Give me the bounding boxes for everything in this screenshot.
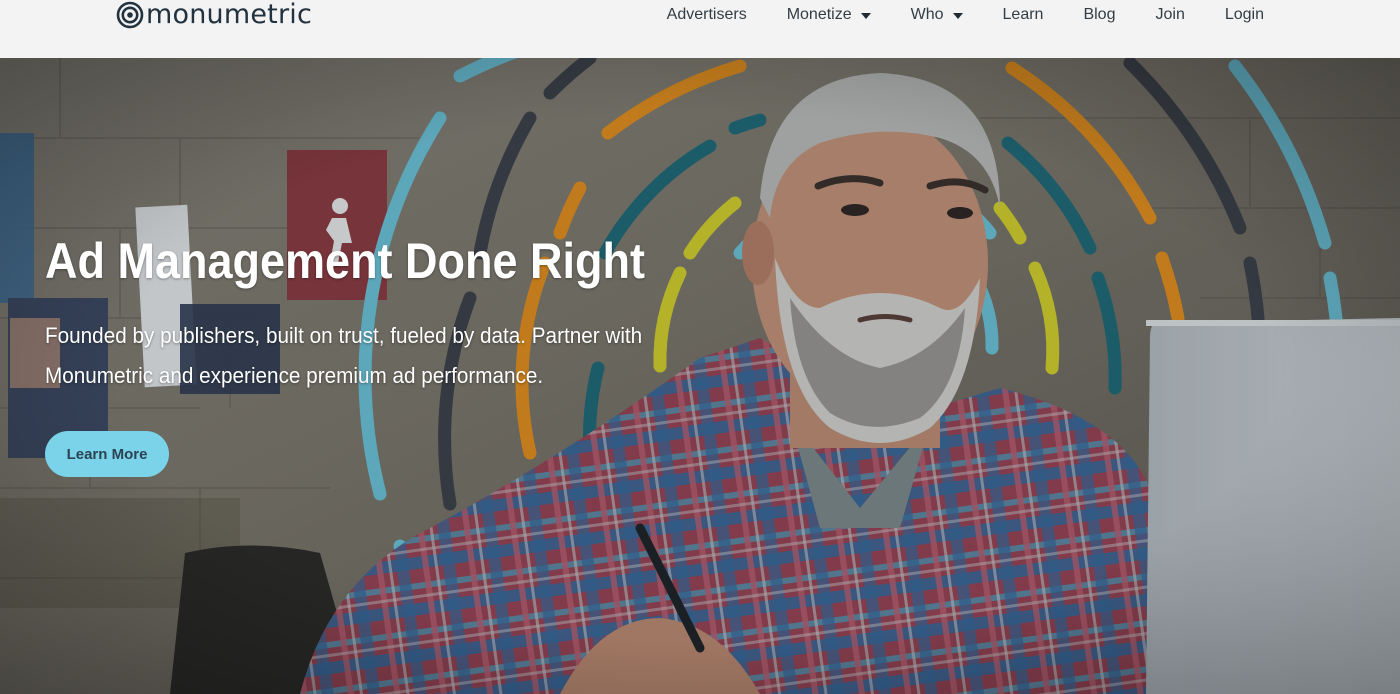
nav-item-learn[interactable]: Learn (1003, 6, 1044, 24)
nav-label: Login (1224, 6, 1264, 23)
site-header: monumetric Advertisers Monetize Who Lear… (0, 0, 1400, 58)
hero-subtitle-line-2: Monumetric and experience premium ad per… (45, 363, 544, 388)
hero-subtitle: Founded by publishers, built on trust, f… (45, 316, 707, 396)
nav-item-blog[interactable]: Blog (1083, 6, 1115, 24)
nav-label: Blog (1083, 6, 1116, 23)
hero-title: Ad Management Done Right (45, 233, 646, 289)
nav-label: Who (910, 6, 944, 23)
caret-down-icon (860, 12, 871, 19)
nav-label: Advertisers (666, 6, 747, 23)
logo[interactable]: monumetric (116, 0, 312, 30)
main-nav: Advertisers Monetize Who Learn Blog Join… (667, 4, 1264, 26)
nav-item-join[interactable]: Join (1155, 6, 1184, 24)
nav-item-monetize[interactable]: Monetize (787, 6, 871, 24)
nav-item-advertisers[interactable]: Advertisers (667, 6, 747, 24)
page: monumetric Advertisers Monetize Who Lear… (0, 0, 1400, 694)
caret-down-icon (952, 12, 963, 19)
nav-item-login[interactable]: Login (1225, 6, 1264, 24)
learn-more-button[interactable]: Learn More (45, 431, 169, 477)
nav-item-who[interactable]: Who (911, 6, 963, 24)
logo-wordmark: monumetric (146, 0, 312, 30)
concentric-circles-logo-icon (116, 1, 144, 29)
nav-label: Join (1155, 6, 1185, 23)
hero-subtitle-line-1: Founded by publishers, built on trust, f… (45, 323, 643, 348)
nav-label: Monetize (786, 6, 852, 23)
hero-section: Ad Management Done Right Founded by publ… (0, 58, 1400, 694)
nav-label: Learn (1002, 6, 1044, 23)
